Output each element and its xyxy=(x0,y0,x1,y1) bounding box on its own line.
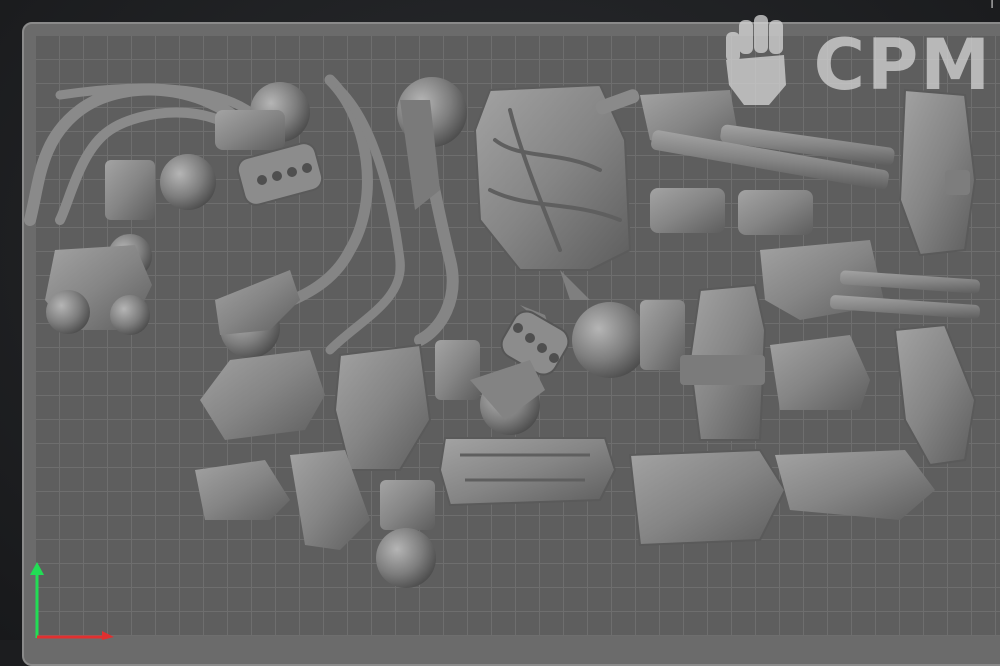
3d-viewport[interactable]: i CPM xyxy=(0,0,1000,666)
axis-gizmo xyxy=(30,562,114,640)
